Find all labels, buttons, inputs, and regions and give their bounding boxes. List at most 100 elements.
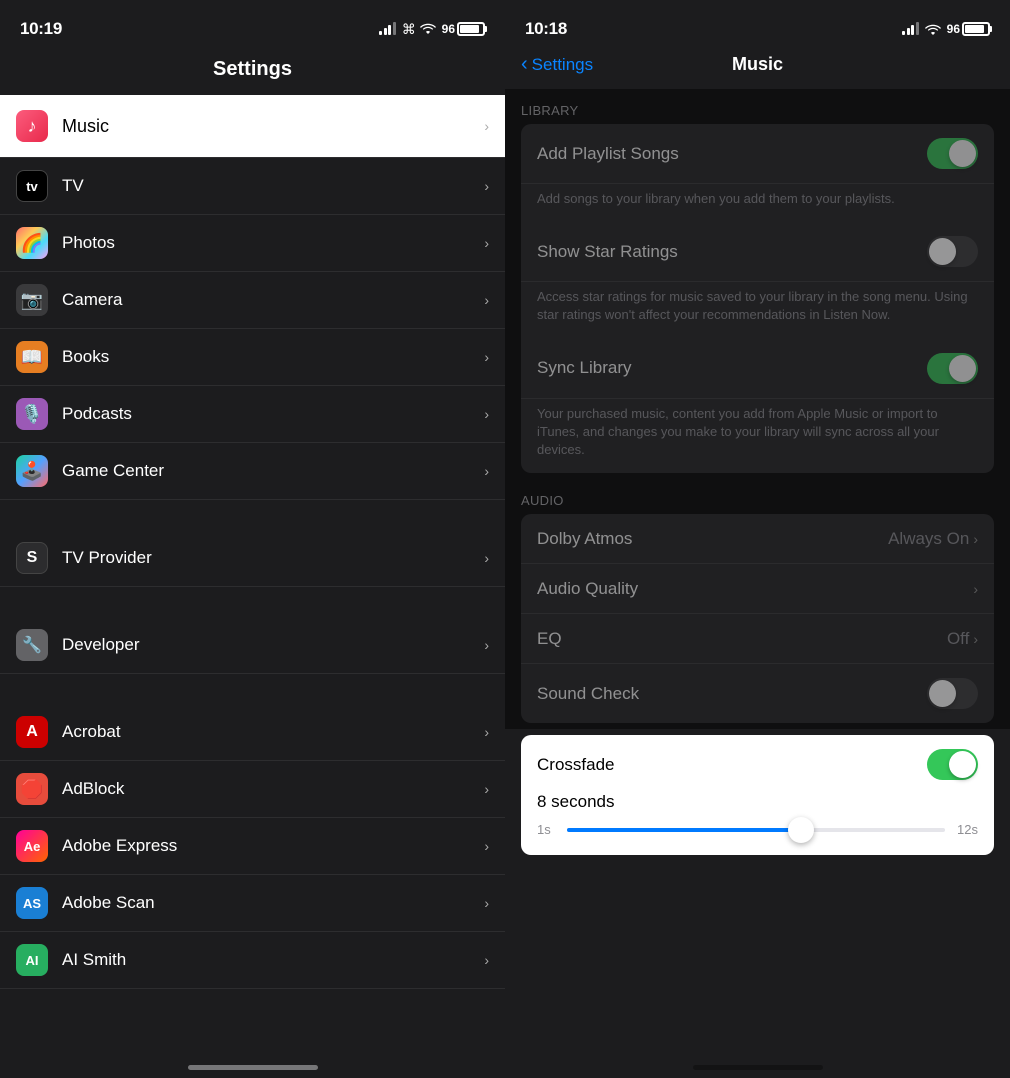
music-chevron-icon: ›	[484, 118, 489, 134]
audio-section-label: AUDIO	[505, 479, 1010, 514]
dolby-atmos-chevron-icon: ›	[973, 531, 978, 547]
camera-row[interactable]: 📷 Camera ›	[0, 272, 505, 329]
podcasts-row[interactable]: 🎙️ Podcasts ›	[0, 386, 505, 443]
sound-check-toggle[interactable]	[927, 678, 978, 709]
group-separator-1	[0, 500, 505, 530]
adblock-icon: 🛑	[16, 773, 48, 805]
left-status-bar: 10:19 ⌘ 96	[0, 0, 505, 50]
right-panel: 10:18 96 ‹ Settings Music	[505, 0, 1010, 1078]
adblock-chevron-icon: ›	[484, 781, 489, 797]
right-signal-icon	[902, 23, 919, 35]
acrobat-icon: A	[16, 716, 48, 748]
tv-row[interactable]: tv TV ›	[0, 157, 505, 215]
eq-chevron-icon: ›	[973, 631, 978, 647]
books-row[interactable]: 📖 Books ›	[0, 329, 505, 386]
sync-library-toggle[interactable]	[927, 353, 978, 384]
aismith-chevron-icon: ›	[484, 952, 489, 968]
back-button[interactable]: ‹ Settings	[521, 53, 593, 76]
podcasts-chevron-icon: ›	[484, 406, 489, 422]
tv-label: TV	[62, 176, 484, 196]
add-playlist-row[interactable]: Add Playlist Songs	[521, 124, 994, 184]
sound-check-label: Sound Check	[537, 684, 639, 704]
aismith-row[interactable]: AI AI Smith ›	[0, 932, 505, 989]
crossfade-row: Crossfade	[537, 749, 978, 780]
wifi-icon: ⌘	[402, 21, 436, 38]
developer-icon: 🔧	[16, 629, 48, 661]
crossfade-seconds-label: 8 seconds	[537, 792, 978, 812]
adobeexpress-icon: Ae	[16, 830, 48, 862]
right-nav-bar: ‹ Settings Music	[505, 50, 1010, 89]
books-icon: 📖	[16, 341, 48, 373]
right-battery-icon	[962, 22, 990, 36]
right-status-icons: 96	[902, 22, 990, 36]
music-app-icon: ♪	[16, 110, 48, 142]
camera-icon: 📷	[16, 284, 48, 316]
music-row[interactable]: ♪ Music ›	[0, 95, 505, 157]
back-chevron-icon: ‹	[521, 53, 528, 76]
sound-check-row[interactable]: Sound Check	[521, 664, 994, 723]
sync-library-label: Sync Library	[537, 358, 631, 378]
add-playlist-subtext: Add songs to your library when you add t…	[521, 184, 994, 222]
left-battery-label: 96	[442, 22, 455, 36]
tvprovider-chevron-icon: ›	[484, 550, 489, 566]
crossfade-toggle[interactable]	[927, 749, 978, 780]
left-status-icons: ⌘ 96	[379, 21, 485, 38]
eq-row[interactable]: EQ Off ›	[521, 614, 994, 664]
photos-label: Photos	[62, 233, 484, 253]
adblock-label: AdBlock	[62, 779, 484, 799]
books-chevron-icon: ›	[484, 349, 489, 365]
gamecenter-row[interactable]: 🕹️ Game Center ›	[0, 443, 505, 500]
photos-icon: 🌈	[16, 227, 48, 259]
slider-min-label: 1s	[537, 822, 559, 837]
group-separator-3	[0, 674, 505, 704]
battery-container: 96	[442, 22, 485, 36]
photos-row[interactable]: 🌈 Photos ›	[0, 215, 505, 272]
audio-quality-row[interactable]: Audio Quality ›	[521, 564, 994, 614]
add-playlist-label: Add Playlist Songs	[537, 144, 679, 164]
library-section-label: LIBRARY	[505, 89, 1010, 124]
adobeexpress-chevron-icon: ›	[484, 838, 489, 854]
sync-library-row[interactable]: Sync Library	[521, 339, 994, 399]
adobescan-icon: AS	[16, 887, 48, 919]
show-star-ratings-row[interactable]: Show Star Ratings	[521, 222, 994, 282]
tvprovider-label: TV Provider	[62, 548, 484, 568]
settings-list: tv TV › 🌈 Photos › 📷 Camera › 📖 Bo	[0, 157, 505, 1078]
developer-chevron-icon: ›	[484, 637, 489, 653]
dolby-atmos-label: Dolby Atmos	[537, 529, 632, 549]
sync-library-subtext: Your purchased music, content you add fr…	[521, 399, 994, 474]
tv-icon: tv	[16, 170, 48, 202]
back-label: Settings	[532, 55, 593, 75]
tv-chevron-icon: ›	[484, 178, 489, 194]
crossfade-section: Crossfade 8 seconds 1s 12s	[521, 735, 994, 855]
dimmed-content-area: LIBRARY Add Playlist Songs Add songs to …	[505, 89, 1010, 729]
developer-label: Developer	[62, 635, 484, 655]
audio-quality-label: Audio Quality	[537, 579, 638, 599]
developer-row[interactable]: 🔧 Developer ›	[0, 617, 505, 674]
photos-chevron-icon: ›	[484, 235, 489, 251]
aismith-icon: AI	[16, 944, 48, 976]
slider-max-label: 12s	[953, 822, 978, 837]
add-playlist-toggle[interactable]	[927, 138, 978, 169]
audio-card: Dolby Atmos Always On › Audio Quality › …	[521, 514, 994, 723]
dolby-atmos-row[interactable]: Dolby Atmos Always On ›	[521, 514, 994, 564]
tvprovider-row[interactable]: S TV Provider ›	[0, 530, 505, 587]
gamecenter-chevron-icon: ›	[484, 463, 489, 479]
show-star-ratings-toggle[interactable]	[927, 236, 978, 267]
music-note-icon: ♪	[28, 116, 37, 137]
aismith-label: AI Smith	[62, 950, 484, 970]
podcasts-label: Podcasts	[62, 404, 484, 424]
left-time: 10:19	[20, 19, 62, 39]
library-card: Add Playlist Songs Add songs to your lib…	[521, 124, 994, 473]
adobescan-row[interactable]: AS Adobe Scan ›	[0, 875, 505, 932]
adobeexpress-row[interactable]: Ae Adobe Express ›	[0, 818, 505, 875]
left-panel: 10:19 ⌘ 96 Settings ♪	[0, 0, 505, 1078]
books-label: Books	[62, 347, 484, 367]
slider-thumb[interactable]	[788, 817, 814, 843]
crossfade-slider-track[interactable]	[567, 828, 945, 832]
adblock-row[interactable]: 🛑 AdBlock ›	[0, 761, 505, 818]
left-home-indicator	[188, 1065, 318, 1070]
eq-value-container: Off ›	[947, 629, 978, 649]
acrobat-row[interactable]: A Acrobat ›	[0, 704, 505, 761]
right-wifi-icon	[925, 23, 941, 35]
right-page-title: Music	[732, 54, 783, 75]
